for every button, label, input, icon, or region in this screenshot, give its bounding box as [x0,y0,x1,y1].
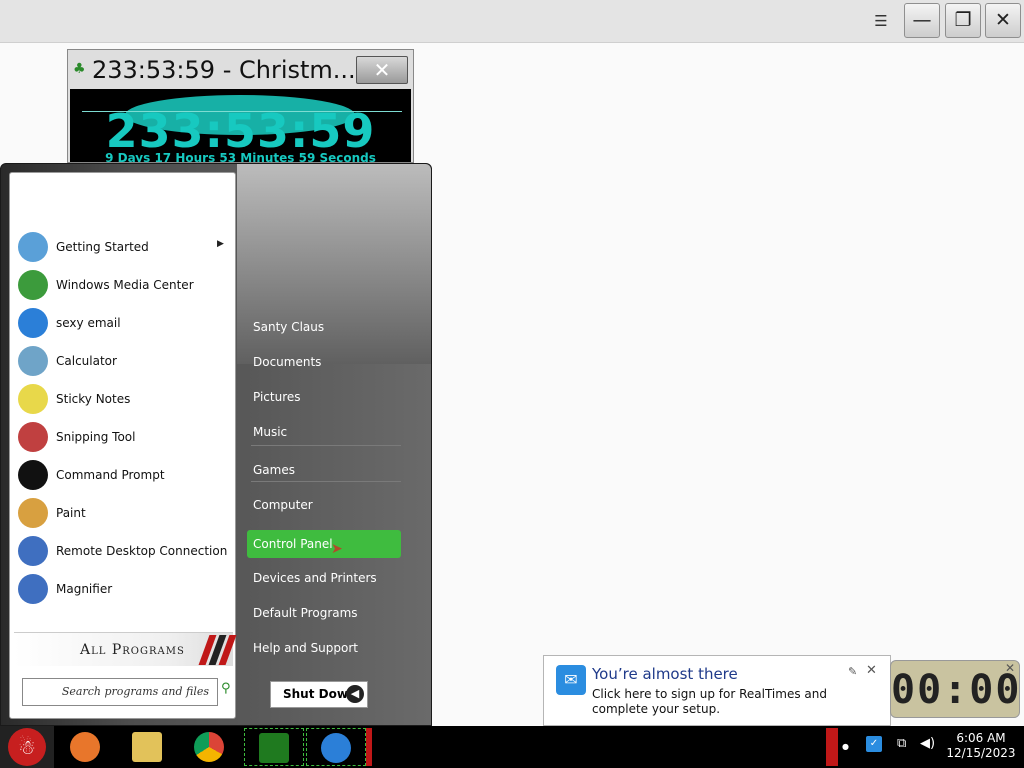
balloon-title: You’re almost there [592,665,738,683]
snipping-tool-icon [18,422,48,452]
getting-started-icon [18,232,48,262]
taskbar-marker [826,728,838,766]
program-label: Remote Desktop Connection [56,544,228,558]
taskbar-countdown[interactable] [244,728,304,766]
program-item[interactable]: sexy email [10,305,235,341]
balloon-close-icon[interactable]: ✕ [866,663,877,678]
start-link[interactable]: Help and Support [247,634,401,662]
app-titlebar: ☰ — ❐ ✕ [0,0,1024,43]
program-label: Sticky Notes [56,392,131,406]
clock-date: 12/15/2023 [946,746,1016,760]
program-label: Windows Media Center [56,278,194,292]
clock-gadget-digits: 00:00 [891,667,1020,713]
taskbar-explorer[interactable] [118,728,178,766]
taskbar-clock[interactable]: 6:06 AM 12/15/2023 [946,731,1016,761]
all-programs-label: All Programs [80,642,185,658]
christmas-tree-icon [259,733,289,763]
start-link[interactable]: Games [247,456,401,484]
program-label: Snipping Tool [56,430,136,444]
start-menu: Getting Started ▶ Windows Media Center sexy… [0,163,432,726]
program-item[interactable]: Remote Desktop Connection [10,533,235,569]
start-link[interactable]: Devices and Printers [247,564,401,592]
minimize-button[interactable]: — [904,3,940,38]
clock-gadget-close-icon[interactable]: ✕ [1005,661,1015,675]
program-label: Command Prompt [56,468,165,482]
realtimes-icon: ✉ [556,665,586,695]
countdown-display: 233:53:59 9 Days 17 Hours 53 Minutes 59 … [70,89,411,162]
program-item[interactable]: Paint [10,495,235,531]
email-icon [18,308,48,338]
close-button[interactable]: ✕ [985,3,1021,38]
program-label: Paint [56,506,86,520]
restore-icon: ❐ [954,9,972,31]
chrome-icon [194,732,224,762]
hamburger-icon[interactable]: ☰ [872,12,890,30]
program-item[interactable]: Command Prompt [10,457,235,493]
magnifier-icon [18,574,48,604]
balloon-body: Click here to sign up for RealTimes and … [592,687,827,716]
program-item[interactable]: Windows Media Center [10,267,235,303]
restore-button[interactable]: ❐ [945,3,981,38]
search-input[interactable]: Search programs and files [22,678,218,706]
email-icon [321,733,351,763]
volume-icon[interactable]: ◀) [920,736,935,751]
menu-separator [251,445,401,446]
close-icon: ✕ [995,9,1011,31]
taskbar-marker [366,728,372,766]
start-link[interactable]: Music [247,418,401,446]
countdown-detail: 9 Days 17 Hours 53 Minutes 59 Seconds [105,151,376,162]
search-icon[interactable]: ⚲ [221,681,235,696]
program-item[interactable]: Sticky Notes [10,381,235,417]
program-label: Getting Started [56,240,149,254]
all-programs-button[interactable]: All Programs [14,632,237,666]
remote-desktop-icon [18,536,48,566]
pin-icon[interactable]: ✎ [848,665,857,678]
shutdown-options-icon[interactable]: ◀ [346,685,364,703]
program-label: sexy email [56,316,121,330]
search-placeholder: Search programs and files [61,685,209,698]
taskbar-email[interactable] [306,728,366,766]
start-link[interactable]: Default Programs [247,599,401,627]
clock-time: 6:06 AM [956,731,1006,745]
start-button[interactable]: ☃ [0,726,54,768]
calculator-icon [18,346,48,376]
santa-start-icon: ☃ [8,728,46,766]
taskbar-chrome[interactable] [180,728,240,766]
menu-separator [251,481,401,482]
taskbar-firefox[interactable] [56,728,116,766]
program-item[interactable]: Snipping Tool [10,419,235,455]
gadget-close-button[interactable]: ✕ [356,56,408,84]
program-item[interactable]: Getting Started ▶ [10,229,235,265]
pointer-cursor-icon: ➤ [331,541,343,557]
start-link[interactable]: Computer [247,491,401,519]
gadget-title: 233:53:59 - Christm... [92,56,356,84]
submenu-arrow-icon: ▶ [217,239,224,249]
christmas-tree-icon: ♣ [73,61,86,77]
media-center-icon [18,270,48,300]
start-link[interactable]: Control Panel [247,530,401,558]
program-label: Calculator [56,354,117,368]
program-label: Magnifier [56,582,113,596]
realtimes-tray-icon[interactable]: ✓ [866,736,882,752]
start-link[interactable]: Documents [247,348,401,376]
sticky-notes-icon [18,384,48,414]
command-prompt-icon [18,460,48,490]
countdown-time: 233:53:59 [105,104,376,158]
notification-balloon[interactable]: ✉ You’re almost there Click here to sign… [543,655,891,726]
shutdown-button[interactable]: Shut Down ◀ [270,681,368,708]
program-item[interactable]: Calculator [10,343,235,379]
programs-pane: Getting Started ▶ Windows Media Center sexy… [9,172,237,719]
tray-dot-icon[interactable]: ● [842,742,849,751]
explorer-icon [132,732,162,762]
countdown-gadget[interactable]: ♣ 233:53:59 - Christm... ✕ 233:53:59 9 D… [67,49,414,163]
start-link[interactable]: Pictures [247,383,401,411]
minimize-icon: — [912,9,932,31]
start-link[interactable]: Santy Claus [247,313,401,341]
taskbar: ☃ ● ✓ ⧉ ◀) 6:06 AM 12/15/2023 [0,726,1024,768]
clock-gadget[interactable]: 00:00 ✕ [890,660,1020,718]
firefox-icon [70,732,100,762]
paint-icon [18,498,48,528]
program-item[interactable]: Magnifier [10,571,235,607]
network-icon[interactable]: ⧉ [897,736,906,751]
